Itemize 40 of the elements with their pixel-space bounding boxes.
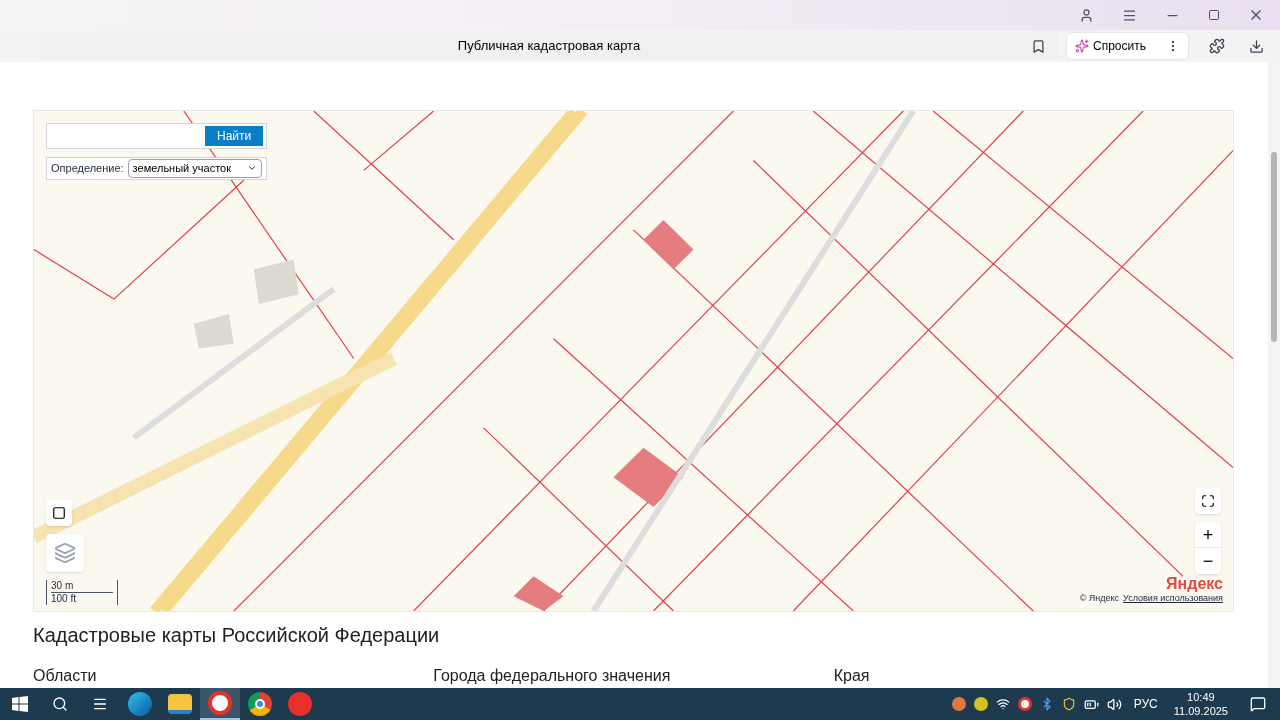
clock-time: 10:49: [1187, 690, 1215, 704]
download-icon[interactable]: [1249, 38, 1264, 54]
definition-select[interactable]: земельный участок: [127, 159, 262, 178]
zoom-out-button[interactable]: −: [1195, 548, 1221, 574]
zoom-in-button[interactable]: +: [1195, 522, 1221, 548]
taskbar-app[interactable]: [200, 688, 240, 720]
column-heading: Области: [33, 666, 98, 686]
shield-icon[interactable]: [1061, 697, 1076, 711]
definition-label: Определение:: [51, 161, 124, 176]
copyright-text: © Яндекс: [1079, 591, 1120, 605]
scrollbar[interactable]: [1268, 62, 1280, 688]
layers-button[interactable]: [46, 534, 84, 572]
wifi-icon[interactable]: [995, 697, 1010, 711]
clock-date: 11.09.2025: [1173, 704, 1228, 718]
folder-icon: [168, 694, 192, 714]
extensions-icon[interactable]: [1209, 38, 1225, 54]
search-field[interactable]: Найти: [46, 123, 267, 149]
bookmark-icon[interactable]: [1031, 38, 1047, 54]
fullscreen-icon: [1201, 494, 1215, 508]
terms-link[interactable]: Условия использования: [1123, 591, 1223, 605]
layers-icon: [54, 542, 76, 564]
volume-icon[interactable]: [1106, 696, 1122, 712]
maximize-icon[interactable]: [1208, 9, 1220, 21]
search-button[interactable]: Найти: [205, 126, 264, 146]
profile-icon[interactable]: [1079, 7, 1094, 23]
sparkle-icon: [1075, 39, 1090, 53]
section-heading: Кадастровые карты Российской Федерации: [33, 623, 441, 648]
column-heading: Края: [833, 666, 871, 686]
column-heading: Города федерального значения: [433, 666, 672, 686]
ruler-button[interactable]: [46, 500, 72, 526]
square-icon: [52, 506, 66, 520]
page-title: Публичная кадастровая карта: [457, 37, 641, 56]
search-icon[interactable]: [52, 696, 68, 712]
scale-bar: 30 m 100 ft: [46, 580, 118, 605]
menu-icon[interactable]: [1122, 7, 1137, 23]
windows-icon[interactable]: [12, 696, 28, 712]
fullscreen-button[interactable]: [1195, 488, 1221, 514]
notification-icon[interactable]: [1250, 696, 1266, 712]
language-indicator[interactable]: РУС: [1133, 695, 1158, 713]
map-logo: Яндекс: [1166, 575, 1223, 592]
